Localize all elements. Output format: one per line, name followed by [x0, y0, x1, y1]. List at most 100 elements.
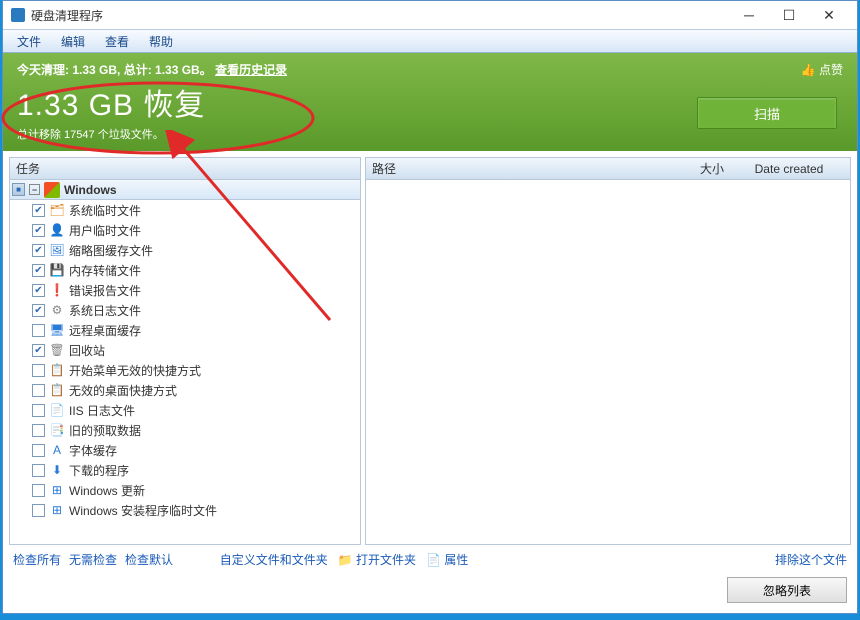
minimize-button[interactable]: ─: [729, 1, 769, 29]
item-icon: 🖼: [49, 242, 65, 258]
item-icon: ⚙: [49, 302, 65, 318]
item-icon: 🗑: [49, 342, 65, 358]
links-mid: 自定义文件和文件夹 📁 打开文件夹 📄 属性: [220, 551, 469, 568]
col-date[interactable]: Date created: [734, 162, 844, 176]
folder-icon: 📁: [338, 553, 353, 567]
item-icon: 📋: [49, 362, 65, 378]
item-checkbox[interactable]: [32, 244, 45, 257]
tree-group-windows[interactable]: − Windows: [10, 180, 360, 200]
menu-view[interactable]: 查看: [95, 33, 139, 50]
properties-label: 属性: [444, 553, 468, 567]
collapse-icon[interactable]: −: [29, 184, 40, 195]
thumbs-up-icon: 👍: [801, 63, 816, 77]
item-icon: ⊞: [49, 502, 65, 518]
item-checkbox[interactable]: [32, 464, 45, 477]
item-icon: A: [49, 442, 65, 458]
col-size[interactable]: 大小: [674, 160, 734, 177]
item-icon: ⬇: [49, 462, 65, 478]
results-header: 路径 大小 Date created: [366, 158, 850, 180]
tree-item[interactable]: ❗错误报告文件: [10, 280, 360, 300]
like-button[interactable]: 👍 点赞: [801, 61, 843, 78]
window-buttons: ─ ☐ ✕: [729, 1, 849, 29]
tree-item[interactable]: 📄IIS 日志文件: [10, 400, 360, 420]
check-none-link[interactable]: 无需检查: [69, 551, 117, 568]
check-default-link[interactable]: 检查默认: [125, 551, 173, 568]
tree-item[interactable]: 🖼缩略图缓存文件: [10, 240, 360, 260]
open-folder-link[interactable]: 📁 打开文件夹: [338, 551, 416, 568]
tree-item[interactable]: ⬇下载的程序: [10, 460, 360, 480]
item-checkbox[interactable]: [32, 344, 45, 357]
like-label: 点赞: [819, 63, 843, 77]
tree-item[interactable]: 🖥远程桌面缓存: [10, 320, 360, 340]
results-list: [366, 180, 850, 544]
item-checkbox[interactable]: [32, 404, 45, 417]
item-checkbox[interactable]: [32, 324, 45, 337]
bottom-row: 忽略列表: [9, 573, 851, 607]
item-label: 字体缓存: [69, 442, 117, 459]
properties-icon: 📄: [426, 553, 441, 567]
item-icon: 📑: [49, 422, 65, 438]
col-path[interactable]: 路径: [372, 160, 674, 177]
tree-item[interactable]: 📋开始菜单无效的快捷方式: [10, 360, 360, 380]
tree-item[interactable]: 💾内存转储文件: [10, 260, 360, 280]
item-checkbox[interactable]: [32, 224, 45, 237]
item-label: 回收站: [69, 342, 105, 359]
properties-link[interactable]: 📄 属性: [426, 551, 468, 568]
item-label: 旧的预取数据: [69, 422, 141, 439]
ignore-list-button[interactable]: 忽略列表: [727, 577, 847, 603]
links-right: 排除这个文件: [775, 551, 847, 568]
panes: 任务 − Windows 🗂系统临时文件👤用户临时文件🖼缩略图缓存文件💾内存转储文件…: [9, 157, 851, 545]
check-all-link[interactable]: 检查所有: [13, 551, 61, 568]
hero-size: 1.33 GB: [17, 89, 134, 122]
item-checkbox[interactable]: [32, 304, 45, 317]
maximize-button[interactable]: ☐: [769, 1, 809, 29]
tree-item[interactable]: A字体缓存: [10, 440, 360, 460]
item-icon: 🖥: [49, 322, 65, 338]
item-label: 系统临时文件: [69, 202, 141, 219]
tasks-tree[interactable]: −Windows🗂系统临时文件👤用户临时文件🖼缩略图缓存文件💾内存转储文件❗错误…: [10, 180, 360, 544]
item-label: 系统日志文件: [69, 302, 141, 319]
tree-item[interactable]: ⊞Windows 安装程序临时文件: [10, 500, 360, 520]
item-label: 远程桌面缓存: [69, 322, 141, 339]
custom-files-link[interactable]: 自定义文件和文件夹: [220, 551, 328, 568]
item-checkbox[interactable]: [32, 284, 45, 297]
tree-item[interactable]: 🗑回收站: [10, 340, 360, 360]
item-checkbox[interactable]: [32, 444, 45, 457]
item-checkbox[interactable]: [32, 264, 45, 277]
item-checkbox[interactable]: [32, 504, 45, 517]
tree-item[interactable]: 📋无效的桌面快捷方式: [10, 380, 360, 400]
item-checkbox[interactable]: [32, 364, 45, 377]
item-checkbox[interactable]: [32, 204, 45, 217]
item-label: 内存转储文件: [69, 262, 141, 279]
scan-button[interactable]: 扫描: [697, 97, 837, 129]
windows-icon: [44, 182, 60, 198]
menu-help[interactable]: 帮助: [139, 33, 183, 50]
item-label: Windows 安装程序临时文件: [69, 502, 217, 519]
history-link[interactable]: 查看历史记录: [215, 63, 287, 77]
tree-item[interactable]: 📑旧的预取数据: [10, 420, 360, 440]
window-title: 硬盘清理程序: [31, 7, 729, 24]
tree-item[interactable]: 👤用户临时文件: [10, 220, 360, 240]
group-checkbox[interactable]: [12, 183, 25, 196]
item-icon: ❗: [49, 282, 65, 298]
item-label: IIS 日志文件: [69, 402, 135, 419]
menu-edit[interactable]: 编辑: [51, 33, 95, 50]
content: 任务 − Windows 🗂系统临时文件👤用户临时文件🖼缩略图缓存文件💾内存转储文件…: [3, 151, 857, 613]
item-checkbox[interactable]: [32, 484, 45, 497]
hero-panel: 今天清理: 1.33 GB, 总计: 1.33 GB。 查看历史记录 1.33 …: [3, 53, 857, 151]
group-label: Windows: [64, 183, 117, 197]
item-label: 错误报告文件: [69, 282, 141, 299]
tree-item[interactable]: ⊞Windows 更新: [10, 480, 360, 500]
item-checkbox[interactable]: [32, 424, 45, 437]
tree-item[interactable]: 🗂系统临时文件: [10, 200, 360, 220]
tasks-header: 任务: [10, 158, 360, 180]
menu-file[interactable]: 文件: [7, 33, 51, 50]
hero-summary: 今天清理: 1.33 GB, 总计: 1.33 GB。 查看历史记录: [17, 61, 843, 78]
tasks-pane: 任务 − Windows 🗂系统临时文件👤用户临时文件🖼缩略图缓存文件💾内存转储文件…: [9, 157, 361, 545]
exclude-link[interactable]: 排除这个文件: [775, 553, 847, 567]
titlebar: 硬盘清理程序 ─ ☐ ✕: [3, 1, 857, 29]
item-checkbox[interactable]: [32, 384, 45, 397]
hero-action: 恢复: [143, 89, 205, 122]
close-button[interactable]: ✕: [809, 1, 849, 29]
tree-item[interactable]: ⚙系统日志文件: [10, 300, 360, 320]
